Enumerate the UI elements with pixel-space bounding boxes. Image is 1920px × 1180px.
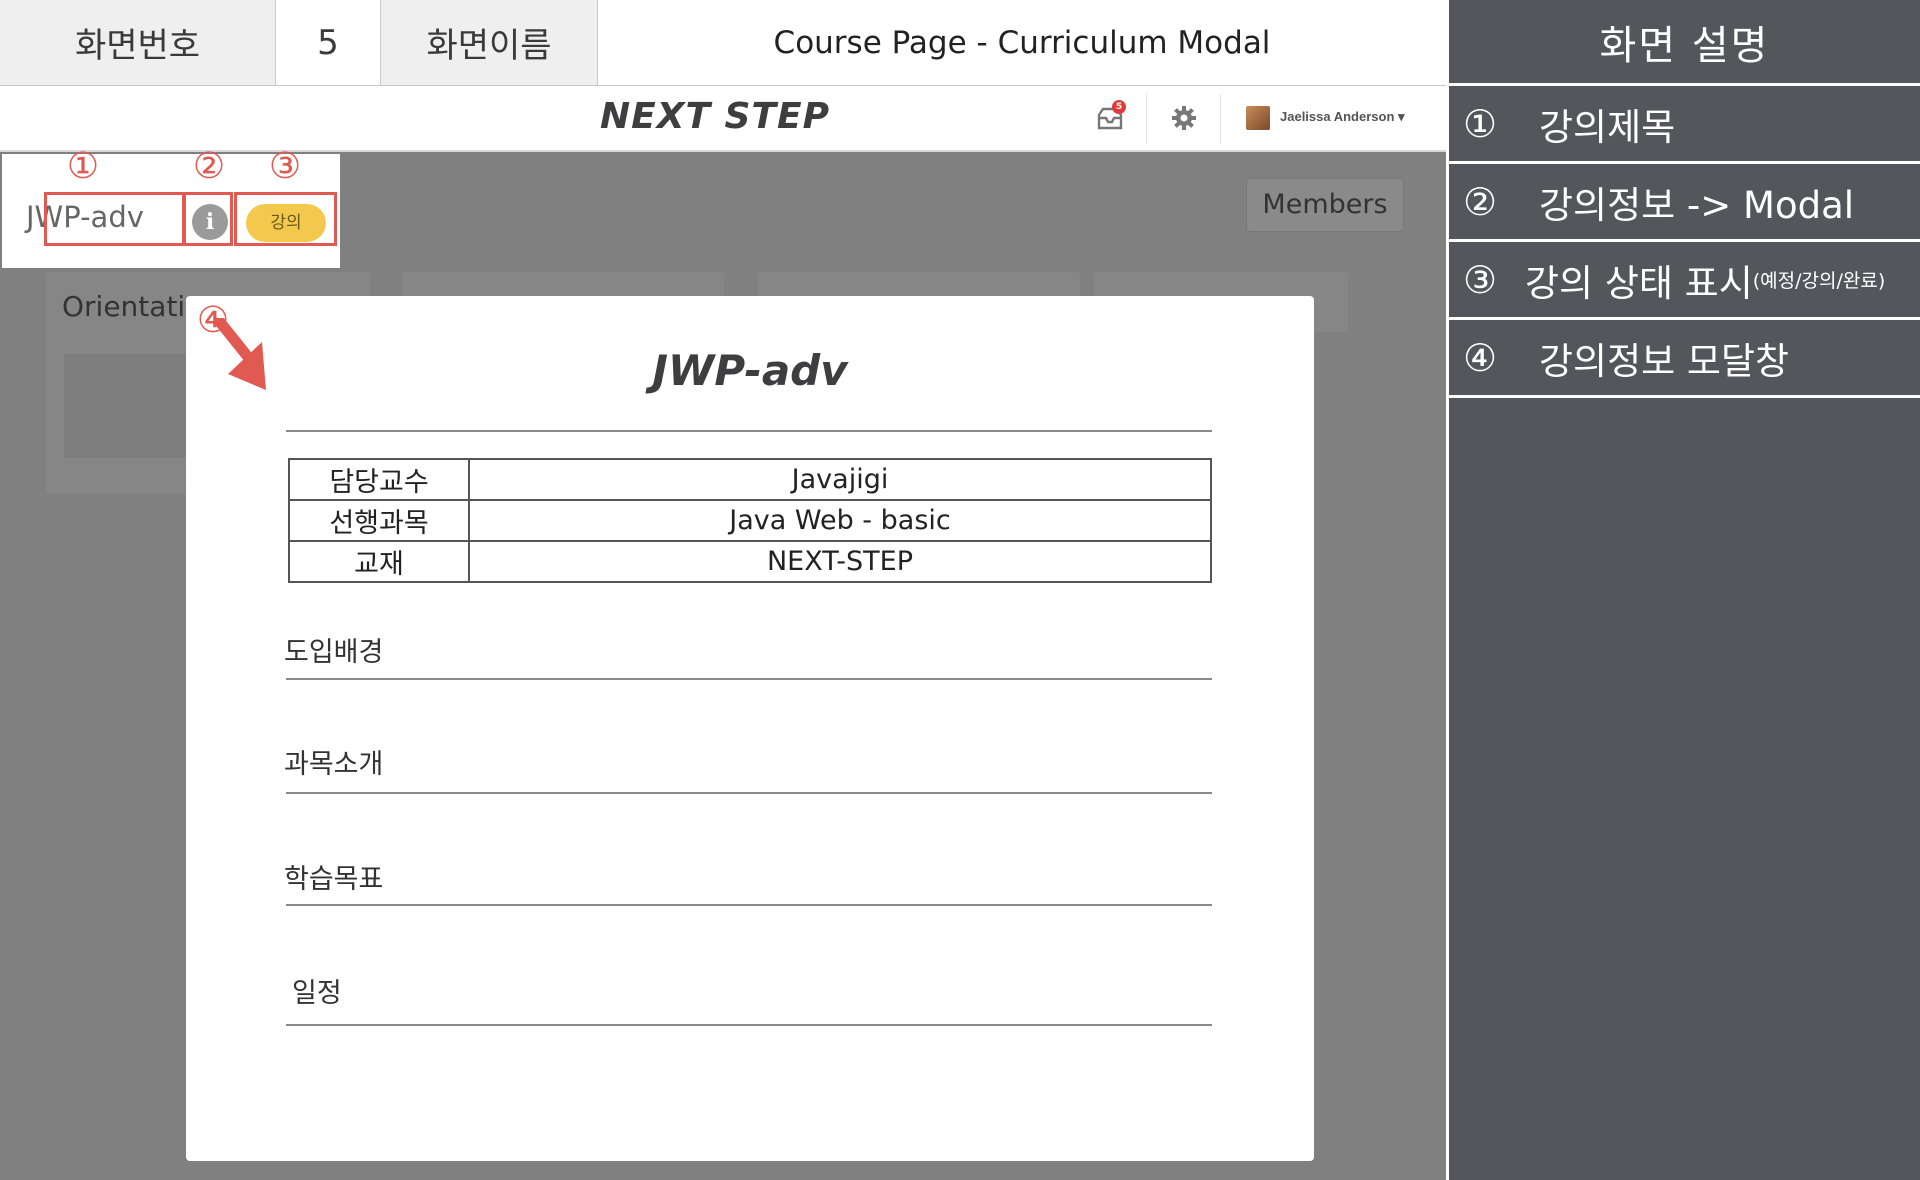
table-row: 선행과목 Java Web - basic [288,499,1212,542]
annotation-marker: ② [192,146,226,187]
description-text: 강의정보 모달창 [1539,339,1790,383]
description-item: ① 강의제목 [1449,86,1920,164]
table-row: 담당교수 Javajigi [288,458,1212,501]
annotation-box [183,192,233,246]
avatar[interactable] [1246,106,1270,130]
notification-badge: 5 [1112,100,1126,114]
section-intro: 과목소개 [284,749,384,780]
section-background: 도입배경 [284,637,384,668]
annotation-box [234,192,337,246]
screen-name-label: 화면이름 [381,0,598,85]
user-menu[interactable]: Jaelissa Anderson ▾ [1280,109,1405,125]
course-info-table: 담당교수 Javajigi 선행과목 Java Web - basic 교재 N… [288,458,1212,583]
navbar: NEXT STEP 5 Jaelissa Anderson ▾ [0,86,1446,152]
divider [286,904,1212,906]
description-number: ④ [1463,335,1498,380]
description-text: 강의제목 [1539,105,1676,149]
divider [286,430,1212,432]
table-row: 교재 NEXT-STEP [288,540,1212,583]
nav-divider [1220,94,1221,144]
table-label: 선행과목 [288,499,470,542]
table-value: Javajigi [468,458,1212,501]
table-value: Java Web - basic [468,499,1212,542]
annotation-box [44,192,185,246]
description-panel: 화면 설명 ① 강의제목 ② 강의정보 -> Modal ③ 강의 상태 표시 … [1446,0,1920,1180]
members-button[interactable]: Members [1246,178,1404,232]
description-item: ③ 강의 상태 표시 (예정/강의/완료) [1449,242,1920,320]
table-label: 교재 [288,540,470,583]
annotation-marker: ③ [268,146,302,187]
table-value: NEXT-STEP [468,540,1212,583]
screen-no-label: 화면번호 [0,0,276,85]
table-label: 담당교수 [288,458,470,501]
divider [286,1024,1212,1026]
screen-name-value: Course Page - Curriculum Modal [773,24,1271,61]
modal-title: JWP-adv [652,346,848,395]
divider [286,678,1212,680]
description-item: ② 강의정보 -> Modal [1449,164,1920,242]
description-number: ① [1463,101,1498,146]
section-goals: 학습목표 [284,864,384,895]
screen-no-value: 5 [276,0,381,85]
description-number: ③ [1463,257,1498,302]
section-schedule: 일정 [292,978,342,1009]
gear-icon[interactable] [1170,104,1198,132]
course-info-modal: JWP-adv 담당교수 Javajigi 선행과목 Java Web - ba… [186,296,1314,1161]
description-item: ④ 강의정보 모달창 [1449,320,1920,398]
spec-header: 화면번호 5 화면이름 Course Page - Curriculum Mod… [0,0,1446,86]
nav-divider [1146,94,1147,144]
app-area: NEXT STEP 5 Jaelissa Anderson ▾ Orientat… [0,86,1446,1180]
description-number: ② [1463,179,1498,224]
description-text: 강의정보 -> Modal [1539,183,1855,227]
card-title: Orientati [62,290,186,323]
description-note: (예정/강의/완료) [1752,270,1886,292]
divider [286,792,1212,794]
description-title: 화면 설명 [1449,0,1920,86]
description-text: 강의 상태 표시 [1525,261,1753,305]
annotation-marker: ① [66,146,100,187]
logo[interactable]: NEXT STEP [0,96,1430,137]
annotation-arrow-icon [216,318,266,390]
